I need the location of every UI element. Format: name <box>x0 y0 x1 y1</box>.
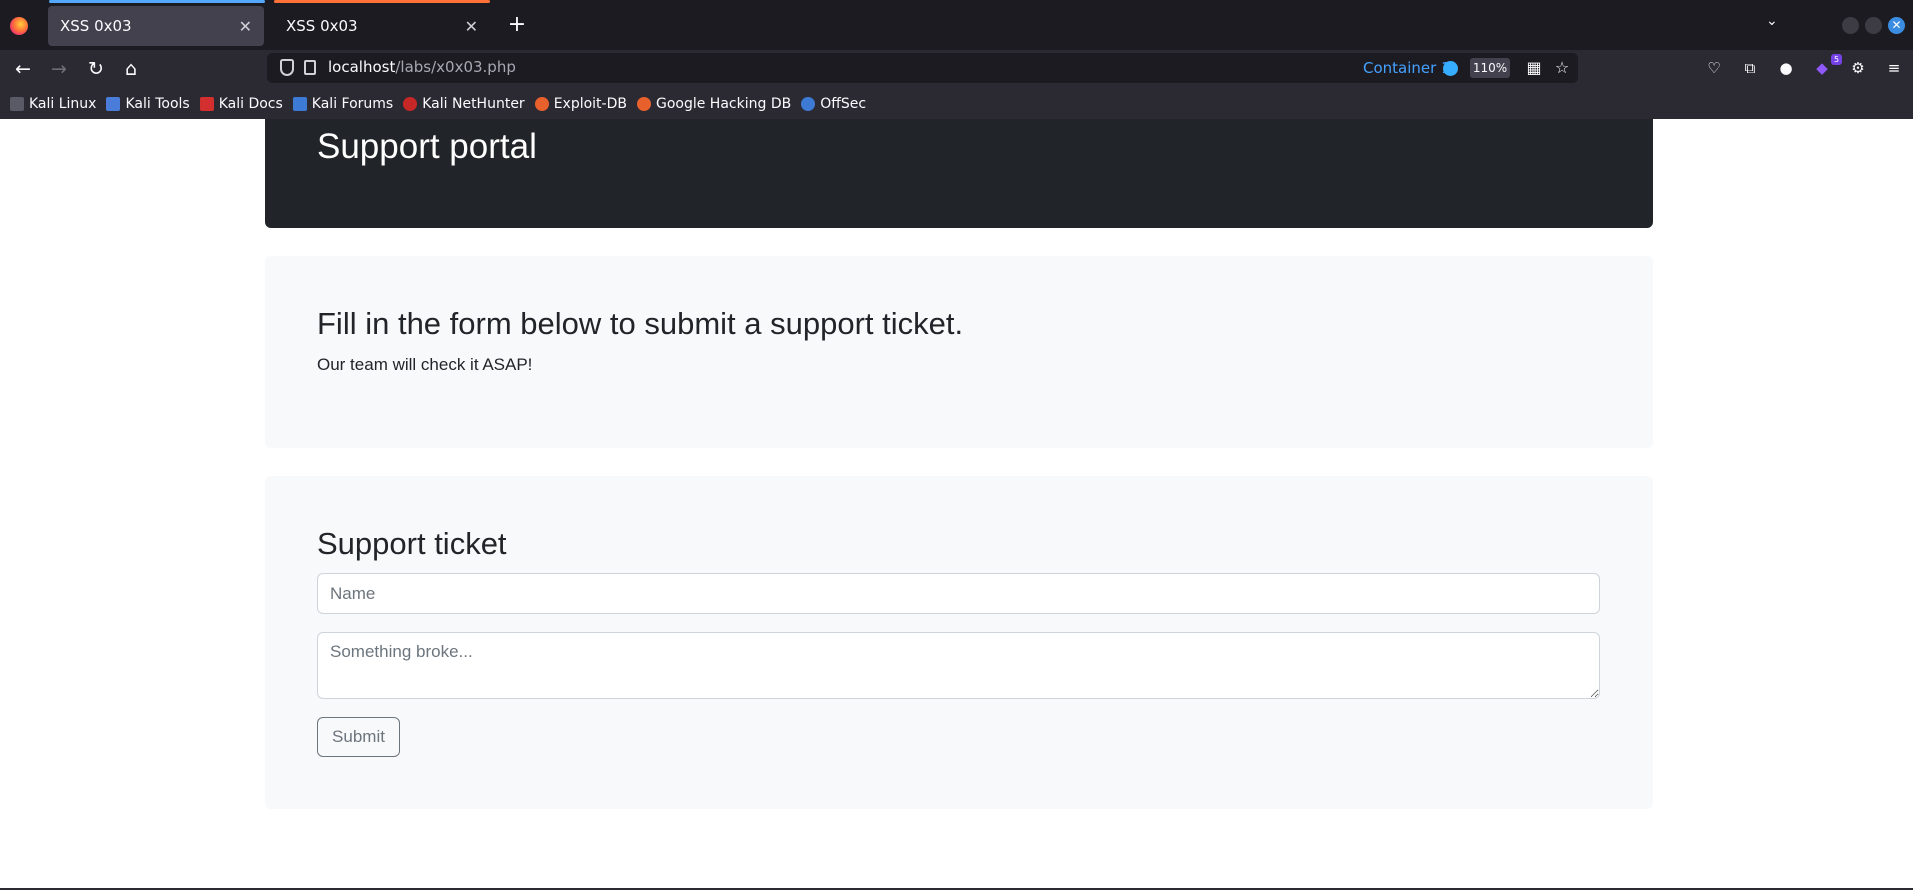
container-label[interactable]: Container 1 <box>1363 59 1451 77</box>
hero-banner: Support portal <box>265 119 1653 228</box>
page-info-icon[interactable] <box>304 60 316 75</box>
tab-title: XSS 0x03 <box>60 17 132 35</box>
firefox-icon[interactable] <box>10 17 28 35</box>
bookmark-label: Kali Forums <box>311 96 394 112</box>
url-text[interactable]: localhost/labs/x0x03.php <box>328 58 516 76</box>
bookmark-label: Kali Docs <box>218 96 283 112</box>
offsec-icon <box>801 97 816 111</box>
bookmark-kali-nethunter[interactable]: Kali NetHunter <box>403 96 525 112</box>
tab-container-indicator <box>274 0 490 3</box>
url-host: localhost <box>328 58 396 76</box>
pocket-icon[interactable]: ♡ <box>1703 57 1725 79</box>
name-input[interactable] <box>317 573 1600 614</box>
close-icon[interactable]: ✕ <box>239 17 252 36</box>
minimize-button[interactable] <box>1842 17 1859 34</box>
settings-gear-icon[interactable]: ⚙ <box>1847 57 1869 79</box>
bookmark-label: Exploit-DB <box>553 96 627 112</box>
extensions-icon[interactable]: ⧉ <box>1739 57 1761 79</box>
url-bar[interactable]: localhost/labs/x0x03.php Container 1 110… <box>267 53 1578 83</box>
tab-list-chevron-icon[interactable]: ⌄ <box>1766 13 1778 29</box>
tab-indicator <box>49 0 265 3</box>
shield-extension-icon[interactable]: ◆ <box>1811 57 1833 79</box>
kali-icon <box>10 97 24 111</box>
bookmarks-toolbar: Kali Linux Kali Tools Kali Docs Kali For… <box>0 91 866 117</box>
new-tab-button[interactable]: + <box>503 12 531 38</box>
bookmark-star-icon[interactable]: ☆ <box>1552 58 1572 78</box>
bookmark-offsec[interactable]: OffSec <box>801 96 866 112</box>
bookmark-exploit-db[interactable]: Exploit-DB <box>534 96 627 112</box>
bookmark-kali-linux[interactable]: Kali Linux <box>10 96 96 112</box>
cookie-extension-icon[interactable]: ● <box>1775 57 1797 79</box>
page-content: Support portal Fill in the form below to… <box>0 119 1913 890</box>
shield-icon[interactable] <box>280 59 294 76</box>
tab-active[interactable]: XSS 0x03 ✕ <box>48 6 264 46</box>
intro-heading: Fill in the form below to submit a suppo… <box>317 306 964 341</box>
bookmark-kali-docs[interactable]: Kali Docs <box>199 96 283 112</box>
kali-docs-icon <box>199 97 214 111</box>
bookmark-kali-forums[interactable]: Kali Forums <box>292 96 394 112</box>
ghdb-icon <box>636 97 651 111</box>
tab-title: XSS 0x03 <box>286 17 358 35</box>
kali-forums-icon <box>292 97 307 111</box>
bookmark-label: Kali Tools <box>125 96 190 112</box>
submit-button[interactable]: Submit <box>317 717 400 757</box>
tab-inactive[interactable]: XSS 0x03 ✕ <box>274 6 490 46</box>
bookmark-kali-tools[interactable]: Kali Tools <box>106 96 190 112</box>
forward-arrow-icon[interactable]: → <box>47 57 71 81</box>
message-textarea[interactable] <box>317 632 1600 699</box>
window-close-button[interactable]: ✕ <box>1888 17 1905 34</box>
support-ticket-form: Support ticket Submit <box>265 476 1653 809</box>
url-path: /labs/x0x03.php <box>395 58 516 76</box>
bookmark-label: OffSec <box>820 96 867 112</box>
menu-icon[interactable]: ≡ <box>1883 57 1905 79</box>
page-title: Support portal <box>317 127 537 166</box>
nethunter-icon <box>403 97 418 111</box>
intro-text: Our team will check it ASAP! <box>317 355 533 374</box>
home-icon[interactable]: ⌂ <box>119 57 143 81</box>
container-icon <box>1443 61 1458 76</box>
kali-tools-icon <box>106 97 121 111</box>
bookmark-google-hacking-db[interactable]: Google Hacking DB <box>636 96 792 112</box>
form-heading: Support ticket <box>317 526 507 561</box>
close-icon[interactable]: ✕ <box>465 17 478 36</box>
bookmark-label: Kali Linux <box>29 96 97 112</box>
zoom-level[interactable]: 110% <box>1470 58 1510 78</box>
qr-code-icon[interactable]: ▦ <box>1524 58 1544 78</box>
bookmark-label: Google Hacking DB <box>655 96 792 112</box>
bookmark-label: Kali NetHunter <box>422 96 525 112</box>
reload-icon[interactable]: ↻ <box>84 57 108 81</box>
intro-card: Fill in the form below to submit a suppo… <box>265 256 1653 448</box>
maximize-button[interactable] <box>1865 17 1882 34</box>
exploit-db-icon <box>534 97 549 111</box>
back-arrow-icon[interactable]: ← <box>11 57 35 81</box>
extension-badge: 5 <box>1831 54 1842 65</box>
tab-bar: XSS 0x03 ✕ XSS 0x03 ✕ + ⌄ ✕ <box>0 0 1913 50</box>
